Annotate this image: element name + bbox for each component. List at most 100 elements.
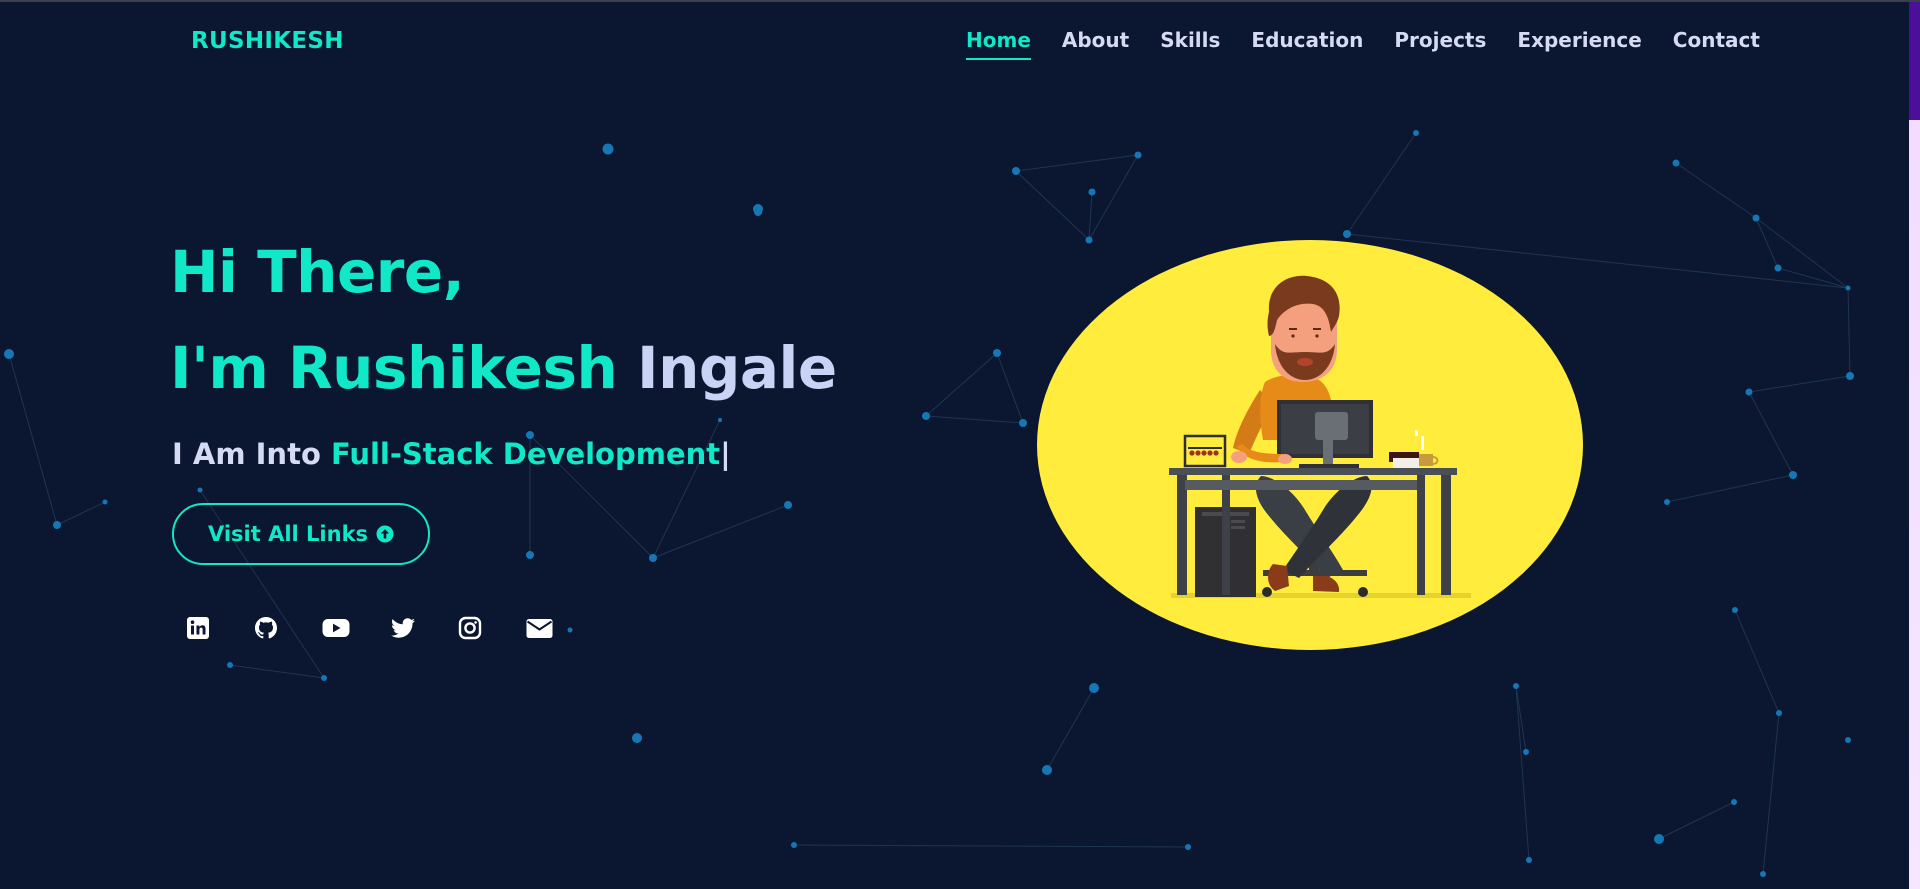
particle-dot: [649, 554, 657, 562]
site-logo[interactable]: RUSHIKESH: [191, 28, 344, 54]
particle-dot: [718, 418, 722, 422]
particle-dot: [1672, 159, 1680, 167]
particle-dot: [1745, 388, 1753, 396]
particle-dot: [1774, 264, 1782, 272]
hero-subtitle-prefix: I Am Into: [172, 437, 321, 471]
social-links: [186, 616, 553, 640]
particle-dot: [102, 499, 108, 505]
nav-projects[interactable]: Projects: [1394, 28, 1486, 60]
particle-dot: [1789, 471, 1797, 479]
particle-link: [1675, 162, 1757, 219]
particle-link: [1515, 685, 1527, 753]
particle-link: [1666, 474, 1794, 503]
hero-intro: I'm Rushikesh Ingale: [170, 334, 837, 402]
nav-education[interactable]: Education: [1251, 28, 1363, 60]
particle-dot: [1731, 799, 1737, 805]
nav-skills[interactable]: Skills: [1160, 28, 1220, 60]
hero-intro-name: I'm Rushikesh: [170, 334, 618, 402]
nav-home[interactable]: Home: [966, 28, 1031, 60]
particle-link: [793, 844, 1189, 848]
hero-greeting: Hi There,: [170, 238, 465, 306]
nav-about[interactable]: About: [1062, 28, 1129, 60]
particle-link: [1762, 712, 1780, 875]
particle-dot: [1752, 214, 1760, 222]
particle-link: [1515, 685, 1530, 861]
particle-dot: [784, 501, 792, 509]
particle-dot: [1513, 683, 1519, 689]
particle-dot: [1134, 151, 1142, 159]
page: RUSHIKESH Home About Skills Education Pr…: [0, 0, 1920, 889]
particle-dot: [227, 662, 233, 668]
particle-dot: [753, 204, 763, 214]
particle-link: [1346, 132, 1417, 235]
particle-link: [1847, 287, 1851, 377]
particle-dot: [567, 627, 573, 633]
particle-dot: [1012, 167, 1020, 175]
particle-dot: [602, 143, 614, 155]
particle-link: [1658, 801, 1735, 840]
particle-link: [1015, 170, 1090, 241]
mail-icon[interactable]: [526, 616, 553, 640]
arrow-up-circle-icon: [376, 525, 394, 543]
particle-dot: [1732, 607, 1738, 613]
particle-dot: [1664, 499, 1670, 505]
github-icon[interactable]: [254, 616, 278, 640]
particle-link: [1734, 609, 1780, 714]
particle-link: [8, 353, 58, 526]
particle-link: [1755, 217, 1849, 289]
linkedin-icon[interactable]: [186, 616, 210, 640]
particle-link: [925, 352, 998, 417]
particle-dot: [1654, 834, 1664, 844]
particle-link: [1088, 154, 1139, 241]
particle-link: [996, 352, 1024, 424]
hero-subtitle-typed: Full-Stack Development: [330, 437, 721, 471]
developer-figure: [1169, 275, 1471, 598]
particle-dot: [4, 349, 14, 359]
particle-link: [1748, 375, 1851, 393]
developer-at-desk-illustration: [1037, 240, 1583, 650]
particle-dot: [1526, 857, 1532, 863]
particle-dot: [1845, 285, 1851, 291]
particle-dot: [526, 551, 534, 559]
particle-link: [1748, 391, 1794, 476]
particle-dot: [53, 521, 61, 529]
particle-link: [1015, 154, 1139, 172]
particle-link: [652, 504, 789, 559]
hero-subtitle: I Am Into Full-Stack Development|: [172, 437, 731, 471]
nav-experience[interactable]: Experience: [1517, 28, 1641, 60]
particle-dot: [1760, 871, 1766, 877]
particle-link: [1777, 267, 1849, 289]
nav-contact[interactable]: Contact: [1673, 28, 1760, 60]
particle-dot: [1343, 230, 1351, 238]
particle-dot: [1523, 749, 1529, 755]
scrollbar-thumb[interactable]: [1909, 2, 1920, 120]
particle-dot: [1776, 710, 1782, 716]
twitter-icon[interactable]: [390, 616, 415, 640]
particle-link: [229, 664, 325, 679]
instagram-icon[interactable]: [458, 616, 482, 640]
particle-dot: [197, 487, 203, 493]
particle-dot: [791, 842, 797, 848]
visit-all-links-button[interactable]: Visit All Links: [172, 503, 430, 565]
scrollbar-track[interactable]: [1909, 2, 1920, 889]
particle-dot: [1089, 683, 1099, 693]
particle-link: [1046, 687, 1095, 771]
particle-link: [1755, 217, 1779, 269]
particle-link: [1088, 191, 1093, 241]
main-nav: Home About Skills Education Projects Exp…: [966, 28, 1760, 60]
youtube-icon[interactable]: [322, 616, 350, 640]
particle-dot: [1042, 765, 1052, 775]
visit-all-links-label: Visit All Links: [207, 522, 369, 546]
particle-dot: [632, 733, 642, 743]
particle-dot: [321, 675, 327, 681]
particle-dot: [1185, 844, 1191, 850]
particle-dot: [1845, 737, 1851, 743]
hero-intro-surname: Ingale: [636, 334, 837, 402]
particle-link: [925, 415, 1024, 424]
particle-dot: [1846, 372, 1854, 380]
typing-cursor: |: [720, 437, 731, 471]
particle-dot: [1019, 419, 1027, 427]
particle-dot: [1413, 130, 1419, 136]
particle-dot: [922, 412, 930, 420]
particle-dot: [1088, 188, 1096, 196]
